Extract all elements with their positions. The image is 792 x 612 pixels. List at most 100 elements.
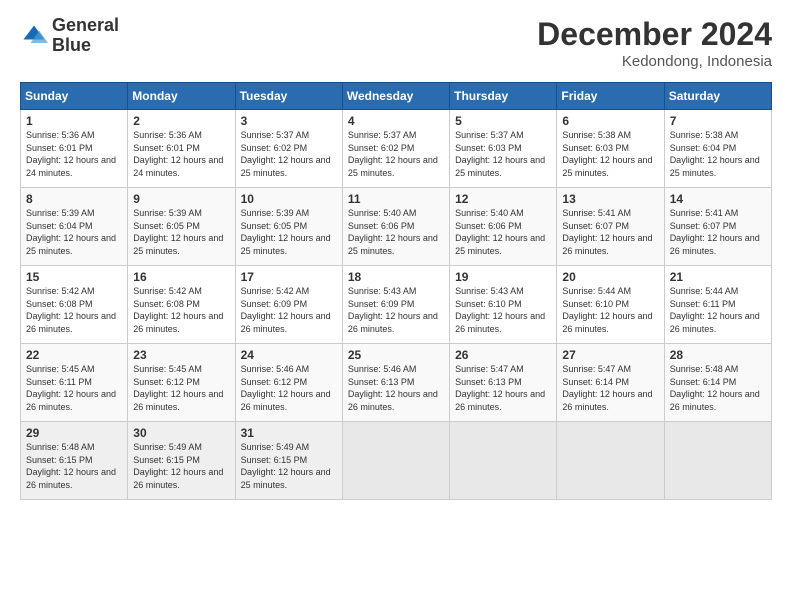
day-info: Sunrise: 5:45 AMSunset: 6:12 PMDaylight:…	[133, 364, 223, 412]
day-number: 16	[133, 270, 229, 284]
day-info: Sunrise: 5:49 AMSunset: 6:15 PMDaylight:…	[133, 442, 223, 490]
calendar-week-row: 1 Sunrise: 5:36 AMSunset: 6:01 PMDayligh…	[21, 110, 772, 188]
calendar-cell: 4 Sunrise: 5:37 AMSunset: 6:02 PMDayligh…	[342, 110, 449, 188]
header-day-saturday: Saturday	[664, 83, 771, 110]
calendar-cell: 14 Sunrise: 5:41 AMSunset: 6:07 PMDaylig…	[664, 188, 771, 266]
calendar-cell: 2 Sunrise: 5:36 AMSunset: 6:01 PMDayligh…	[128, 110, 235, 188]
day-number: 30	[133, 426, 229, 440]
day-number: 4	[348, 114, 444, 128]
calendar-cell: 29 Sunrise: 5:48 AMSunset: 6:15 PMDaylig…	[21, 422, 128, 500]
calendar-cell	[342, 422, 449, 500]
calendar-cell: 19 Sunrise: 5:43 AMSunset: 6:10 PMDaylig…	[450, 266, 557, 344]
day-number: 25	[348, 348, 444, 362]
calendar-cell: 31 Sunrise: 5:49 AMSunset: 6:15 PMDaylig…	[235, 422, 342, 500]
day-info: Sunrise: 5:39 AMSunset: 6:04 PMDaylight:…	[26, 208, 116, 256]
day-info: Sunrise: 5:40 AMSunset: 6:06 PMDaylight:…	[348, 208, 438, 256]
day-number: 5	[455, 114, 551, 128]
day-info: Sunrise: 5:42 AMSunset: 6:09 PMDaylight:…	[241, 286, 331, 334]
day-number: 11	[348, 192, 444, 206]
header-day-friday: Friday	[557, 83, 664, 110]
title-block: December 2024 Kedondong, Indonesia	[537, 16, 772, 70]
day-number: 24	[241, 348, 337, 362]
day-number: 9	[133, 192, 229, 206]
day-info: Sunrise: 5:42 AMSunset: 6:08 PMDaylight:…	[133, 286, 223, 334]
day-info: Sunrise: 5:40 AMSunset: 6:06 PMDaylight:…	[455, 208, 545, 256]
day-number: 23	[133, 348, 229, 362]
day-info: Sunrise: 5:42 AMSunset: 6:08 PMDaylight:…	[26, 286, 116, 334]
calendar-cell: 20 Sunrise: 5:44 AMSunset: 6:10 PMDaylig…	[557, 266, 664, 344]
calendar-cell	[557, 422, 664, 500]
calendar-cell: 27 Sunrise: 5:47 AMSunset: 6:14 PMDaylig…	[557, 344, 664, 422]
day-number: 14	[670, 192, 766, 206]
calendar-cell: 9 Sunrise: 5:39 AMSunset: 6:05 PMDayligh…	[128, 188, 235, 266]
calendar-cell: 26 Sunrise: 5:47 AMSunset: 6:13 PMDaylig…	[450, 344, 557, 422]
calendar-cell	[664, 422, 771, 500]
day-info: Sunrise: 5:44 AMSunset: 6:11 PMDaylight:…	[670, 286, 760, 334]
day-info: Sunrise: 5:38 AMSunset: 6:04 PMDaylight:…	[670, 130, 760, 178]
logo: General Blue	[20, 16, 119, 56]
day-info: Sunrise: 5:46 AMSunset: 6:13 PMDaylight:…	[348, 364, 438, 412]
day-number: 18	[348, 270, 444, 284]
day-number: 21	[670, 270, 766, 284]
day-number: 26	[455, 348, 551, 362]
calendar-cell: 1 Sunrise: 5:36 AMSunset: 6:01 PMDayligh…	[21, 110, 128, 188]
day-number: 6	[562, 114, 658, 128]
day-number: 27	[562, 348, 658, 362]
day-number: 15	[26, 270, 122, 284]
day-info: Sunrise: 5:36 AMSunset: 6:01 PMDaylight:…	[26, 130, 116, 178]
calendar-cell: 3 Sunrise: 5:37 AMSunset: 6:02 PMDayligh…	[235, 110, 342, 188]
day-number: 17	[241, 270, 337, 284]
logo-icon	[20, 22, 48, 50]
header-day-monday: Monday	[128, 83, 235, 110]
calendar-cell: 30 Sunrise: 5:49 AMSunset: 6:15 PMDaylig…	[128, 422, 235, 500]
day-number: 3	[241, 114, 337, 128]
header-day-sunday: Sunday	[21, 83, 128, 110]
day-info: Sunrise: 5:37 AMSunset: 6:02 PMDaylight:…	[241, 130, 331, 178]
day-info: Sunrise: 5:41 AMSunset: 6:07 PMDaylight:…	[562, 208, 652, 256]
calendar-week-row: 15 Sunrise: 5:42 AMSunset: 6:08 PMDaylig…	[21, 266, 772, 344]
calendar-cell: 16 Sunrise: 5:42 AMSunset: 6:08 PMDaylig…	[128, 266, 235, 344]
calendar-cell: 8 Sunrise: 5:39 AMSunset: 6:04 PMDayligh…	[21, 188, 128, 266]
calendar-cell: 22 Sunrise: 5:45 AMSunset: 6:11 PMDaylig…	[21, 344, 128, 422]
calendar-cell: 15 Sunrise: 5:42 AMSunset: 6:08 PMDaylig…	[21, 266, 128, 344]
day-info: Sunrise: 5:37 AMSunset: 6:03 PMDaylight:…	[455, 130, 545, 178]
logo-text: General Blue	[52, 16, 119, 56]
calendar-cell: 18 Sunrise: 5:43 AMSunset: 6:09 PMDaylig…	[342, 266, 449, 344]
day-number: 19	[455, 270, 551, 284]
calendar-week-row: 29 Sunrise: 5:48 AMSunset: 6:15 PMDaylig…	[21, 422, 772, 500]
day-number: 28	[670, 348, 766, 362]
day-number: 8	[26, 192, 122, 206]
calendar-cell: 10 Sunrise: 5:39 AMSunset: 6:05 PMDaylig…	[235, 188, 342, 266]
calendar-week-row: 8 Sunrise: 5:39 AMSunset: 6:04 PMDayligh…	[21, 188, 772, 266]
calendar-header-row: SundayMondayTuesdayWednesdayThursdayFrid…	[21, 83, 772, 110]
month-title: December 2024	[537, 16, 772, 53]
day-info: Sunrise: 5:45 AMSunset: 6:11 PMDaylight:…	[26, 364, 116, 412]
calendar-cell: 25 Sunrise: 5:46 AMSunset: 6:13 PMDaylig…	[342, 344, 449, 422]
calendar-cell: 5 Sunrise: 5:37 AMSunset: 6:03 PMDayligh…	[450, 110, 557, 188]
calendar-cell: 17 Sunrise: 5:42 AMSunset: 6:09 PMDaylig…	[235, 266, 342, 344]
calendar-cell	[450, 422, 557, 500]
page-container: General Blue December 2024 Kedondong, In…	[0, 0, 792, 512]
day-info: Sunrise: 5:44 AMSunset: 6:10 PMDaylight:…	[562, 286, 652, 334]
calendar-cell: 7 Sunrise: 5:38 AMSunset: 6:04 PMDayligh…	[664, 110, 771, 188]
day-number: 12	[455, 192, 551, 206]
header-day-tuesday: Tuesday	[235, 83, 342, 110]
day-info: Sunrise: 5:41 AMSunset: 6:07 PMDaylight:…	[670, 208, 760, 256]
day-info: Sunrise: 5:46 AMSunset: 6:12 PMDaylight:…	[241, 364, 331, 412]
calendar-week-row: 22 Sunrise: 5:45 AMSunset: 6:11 PMDaylig…	[21, 344, 772, 422]
day-number: 2	[133, 114, 229, 128]
calendar-cell: 23 Sunrise: 5:45 AMSunset: 6:12 PMDaylig…	[128, 344, 235, 422]
day-number: 29	[26, 426, 122, 440]
day-info: Sunrise: 5:47 AMSunset: 6:14 PMDaylight:…	[562, 364, 652, 412]
calendar-cell: 11 Sunrise: 5:40 AMSunset: 6:06 PMDaylig…	[342, 188, 449, 266]
header: General Blue December 2024 Kedondong, In…	[20, 16, 772, 70]
calendar-cell: 6 Sunrise: 5:38 AMSunset: 6:03 PMDayligh…	[557, 110, 664, 188]
day-info: Sunrise: 5:49 AMSunset: 6:15 PMDaylight:…	[241, 442, 331, 490]
day-info: Sunrise: 5:38 AMSunset: 6:03 PMDaylight:…	[562, 130, 652, 178]
calendar-cell: 13 Sunrise: 5:41 AMSunset: 6:07 PMDaylig…	[557, 188, 664, 266]
day-info: Sunrise: 5:37 AMSunset: 6:02 PMDaylight:…	[348, 130, 438, 178]
day-info: Sunrise: 5:39 AMSunset: 6:05 PMDaylight:…	[133, 208, 223, 256]
calendar-table: SundayMondayTuesdayWednesdayThursdayFrid…	[20, 82, 772, 500]
day-info: Sunrise: 5:39 AMSunset: 6:05 PMDaylight:…	[241, 208, 331, 256]
calendar-cell: 28 Sunrise: 5:48 AMSunset: 6:14 PMDaylig…	[664, 344, 771, 422]
